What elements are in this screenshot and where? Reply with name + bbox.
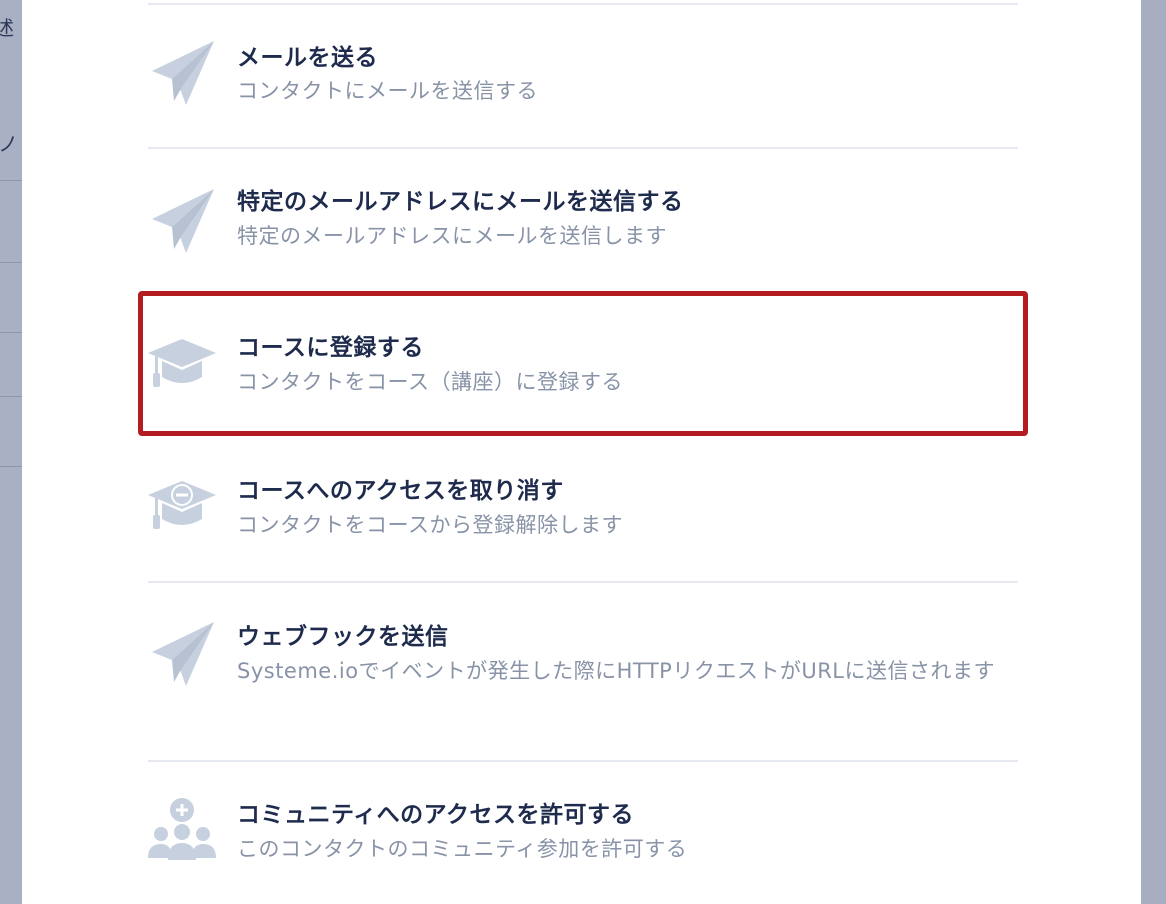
- graduation-cap-minus-icon: [148, 473, 216, 541]
- background-divider: [0, 466, 22, 467]
- action-description: このコンタクトのコミュニティ参加を許可する: [237, 837, 688, 861]
- action-description: コンタクトをコースから登録解除します: [237, 513, 623, 537]
- action-title: 特定のメールアドレスにメールを送信する: [237, 189, 684, 215]
- paper-plane-icon: [148, 37, 216, 105]
- action-title: ウェブフックを送信: [237, 624, 449, 650]
- action-enroll-course[interactable]: コースに登録する コンタクトをコース（講座）に登録する: [148, 322, 1018, 422]
- background-page: 述 ノ: [0, 0, 22, 904]
- action-title: メールを送る: [237, 45, 378, 71]
- action-description: Systeme.ioでイベントが発生した際にHTTPリクエストがURLに送信され…: [237, 659, 995, 683]
- action-title: コミュニティへのアクセスを許可する: [237, 802, 634, 828]
- action-title: コースに登録する: [237, 335, 424, 361]
- action-title: コースへのアクセスを取り消す: [237, 478, 564, 504]
- community-add-icon: [148, 796, 216, 864]
- action-description: 特定のメールアドレスにメールを送信します: [237, 224, 667, 248]
- divider: [148, 760, 1018, 762]
- action-send-email-to-address[interactable]: 特定のメールアドレスにメールを送信する 特定のメールアドレスにメールを送信します: [148, 175, 1018, 285]
- action-send-email[interactable]: メールを送る コンタクトにメールを送信する: [148, 30, 1018, 140]
- scrollbar[interactable]: [1141, 0, 1166, 904]
- background-divider: [0, 332, 22, 333]
- background-text: ノ: [0, 132, 18, 156]
- action-description: コンタクトにメールを送信する: [237, 79, 538, 103]
- background-text: 述: [0, 16, 14, 40]
- action-send-webhook[interactable]: ウェブフックを送信 Systeme.ioでイベントが発生した際にHTTPリクエス…: [148, 610, 1018, 750]
- divider: [148, 3, 1018, 5]
- action-grant-community-access[interactable]: コミュニティへのアクセスを許可する このコンタクトのコミュニティ参加を許可する: [148, 788, 1018, 898]
- divider: [148, 581, 1018, 583]
- paper-plane-icon: [148, 618, 216, 686]
- paper-plane-icon: [148, 185, 216, 253]
- background-divider: [0, 396, 22, 397]
- divider: [148, 147, 1018, 149]
- background-divider: [0, 180, 22, 181]
- action-revoke-course-access[interactable]: コースへのアクセスを取り消す コンタクトをコースから登録解除します: [148, 465, 1018, 575]
- action-description: コンタクトをコース（講座）に登録する: [237, 370, 623, 394]
- graduation-cap-icon: [148, 331, 216, 399]
- background-divider: [0, 262, 22, 263]
